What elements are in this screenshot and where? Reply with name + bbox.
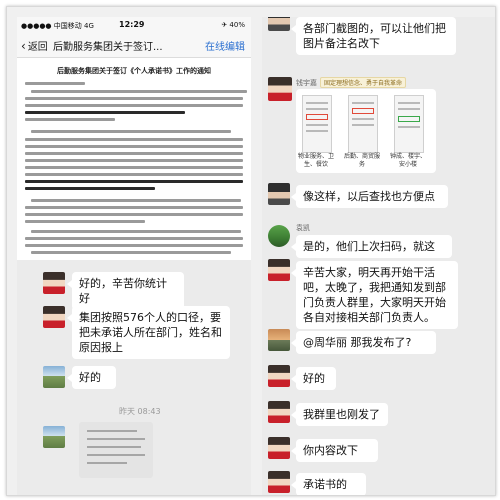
thumbnail-line: [398, 108, 420, 110]
doc-text-line: [31, 90, 247, 93]
thumbnail-line: [306, 102, 328, 104]
avatar[interactable]: [268, 225, 290, 247]
avatar[interactable]: [268, 329, 290, 351]
doc-text-line: [31, 199, 241, 202]
chevron-left-icon: ‹: [21, 39, 26, 53]
avatar[interactable]: [268, 437, 290, 459]
screenshot-gallery[interactable]: 物业服务、卫生、餐饮 后勤、商贸服务 钟成、楼宇、安小楼: [296, 89, 436, 173]
doc-text-line: [25, 180, 243, 183]
doc-text-line: [25, 244, 243, 247]
message-bubble[interactable]: 好的: [67, 366, 116, 389]
sender-name: 钱宇嘉: [296, 79, 317, 87]
document-preview[interactable]: 后勤服务集团关于签订《个人承诺书》工作的通知: [17, 58, 251, 260]
doc-text-line: [25, 187, 155, 190]
message-bubble[interactable]: @周华丽 那我发布了?: [291, 331, 436, 354]
battery-indicator: ✈ 40%: [221, 21, 245, 29]
message-bubble[interactable]: 是的，他们上次扫码，就这: [291, 235, 452, 258]
status-bar: ●●●●● 中国移动 4G 12:29 ✈ 40%: [17, 17, 251, 33]
thumbnail-line: [87, 430, 137, 432]
left-screenshot: ●●●●● 中国移动 4G 12:29 ✈ 40% ‹ 返回 后勤服务集团关于签订…: [17, 17, 251, 495]
avatar[interactable]: [43, 272, 65, 294]
doc-text-line: [31, 230, 241, 233]
avatar[interactable]: [268, 259, 290, 281]
avatar[interactable]: [268, 77, 292, 101]
thumbnail-line: [398, 102, 420, 104]
back-label: 返回: [27, 42, 48, 53]
doc-text-line: [25, 237, 243, 240]
message-timestamp: 昨天 08:43: [119, 407, 161, 416]
screenshot-thumbnail[interactable]: [394, 95, 424, 153]
chat-area-left: 好的，辛苦你统计好 集团按照576个人的口径，要把未承诺人所在部门，姓名和原因报…: [17, 260, 251, 495]
doc-text-line: [25, 104, 243, 107]
thumbnail-line: [87, 438, 145, 440]
screenshot-thumbnail[interactable]: [348, 95, 378, 153]
doc-text-line: [25, 145, 243, 148]
message-bubble[interactable]: 承诺书的: [291, 473, 366, 495]
thumbnail-line: [398, 126, 420, 128]
doc-text-line: [31, 251, 231, 254]
thumbnail-line: [87, 454, 145, 456]
message-bubble[interactable]: 你内容改下: [291, 439, 378, 462]
back-button[interactable]: ‹ 返回: [21, 38, 48, 53]
doc-text-line: [25, 152, 243, 155]
thumbnail-line: [352, 118, 374, 120]
doc-text-line: [25, 206, 243, 209]
clock-label: 12:29: [119, 20, 145, 29]
document-thumbnail[interactable]: [79, 422, 153, 478]
doc-text-line: [25, 159, 243, 162]
avatar[interactable]: [268, 401, 290, 423]
screenshot-caption: 钟成、楼宇、安小楼: [389, 153, 426, 168]
highlight-box: [352, 108, 374, 114]
sender-tag: 固定理想信念、勇于自我革命: [320, 77, 407, 88]
sender-name-row: 钱宇嘉 固定理想信念、勇于自我革命: [296, 77, 407, 88]
doc-text-line: [25, 118, 115, 121]
screenshot-caption: 后勤、商贸服务: [343, 153, 380, 168]
message-bubble[interactable]: 集团按照576个人的口径，要把未承诺人所在部门，姓名和原因报上: [67, 306, 230, 359]
doc-text-line: [25, 173, 243, 176]
collage-frame: ●●●●● 中国移动 4G 12:29 ✈ 40% ‹ 返回 后勤服务集团关于签订…: [6, 6, 496, 496]
doc-text-line: [25, 220, 145, 223]
thumbnail-line: [306, 124, 328, 126]
document-title: 后勤服务集团关于签订《个人承诺书》工作的通知: [57, 66, 211, 75]
thumbnail-line: [352, 124, 374, 126]
nav-bar: ‹ 返回 后勤服务集团关于签订... 在线编辑: [17, 33, 251, 58]
right-screenshot: 各部门截图的，可以让他们把图片备注名改下 钱宇嘉 固定理想信念、勇于自我革命 物…: [262, 17, 495, 495]
screenshot-thumbnail[interactable]: [302, 95, 332, 153]
message-bubble[interactable]: 好的，辛苦你统计好: [67, 272, 184, 310]
carrier-label: ●●●●● 中国移动 4G: [21, 22, 94, 30]
avatar[interactable]: [43, 426, 65, 448]
message-bubble[interactable]: 辛苦大家，明天再开始干活吧，太晚了，我把通知发到部门负责人群里，大家明天开始各自…: [291, 261, 458, 329]
thumbnail-line: [87, 446, 141, 448]
doc-text-line: [25, 82, 85, 85]
avatar[interactable]: [43, 366, 65, 388]
screenshot-caption: 物业服务、卫生、餐饮: [297, 153, 334, 168]
highlight-box: [306, 114, 328, 120]
avatar[interactable]: [268, 471, 290, 493]
page-title: 后勤服务集团关于签订...: [53, 42, 163, 53]
message-bubble[interactable]: 我群里也刚发了: [291, 403, 388, 426]
avatar[interactable]: [268, 365, 290, 387]
message-bubble[interactable]: 好的: [291, 367, 336, 390]
doc-text-line: [25, 97, 243, 100]
avatar[interactable]: [268, 17, 290, 31]
message-bubble[interactable]: 各部门截图的，可以让他们把图片备注名改下: [291, 17, 456, 55]
doc-text-line: [25, 111, 185, 114]
doc-text-line: [25, 166, 243, 169]
thumbnail-line: [352, 102, 374, 104]
thumbnail-line: [87, 462, 127, 464]
message-bubble[interactable]: 像这样，以后查找也方便点: [291, 185, 448, 208]
edit-online-button[interactable]: 在线编辑: [205, 38, 245, 53]
highlight-box: [398, 116, 420, 122]
sender-name: 袁凯: [296, 224, 310, 232]
doc-text-line: [25, 213, 243, 216]
avatar[interactable]: [43, 306, 65, 328]
doc-text-line: [31, 130, 231, 133]
thumbnail-line: [306, 130, 328, 132]
avatar[interactable]: [268, 183, 290, 205]
doc-text-line: [25, 138, 243, 141]
thumbnail-line: [306, 108, 328, 110]
